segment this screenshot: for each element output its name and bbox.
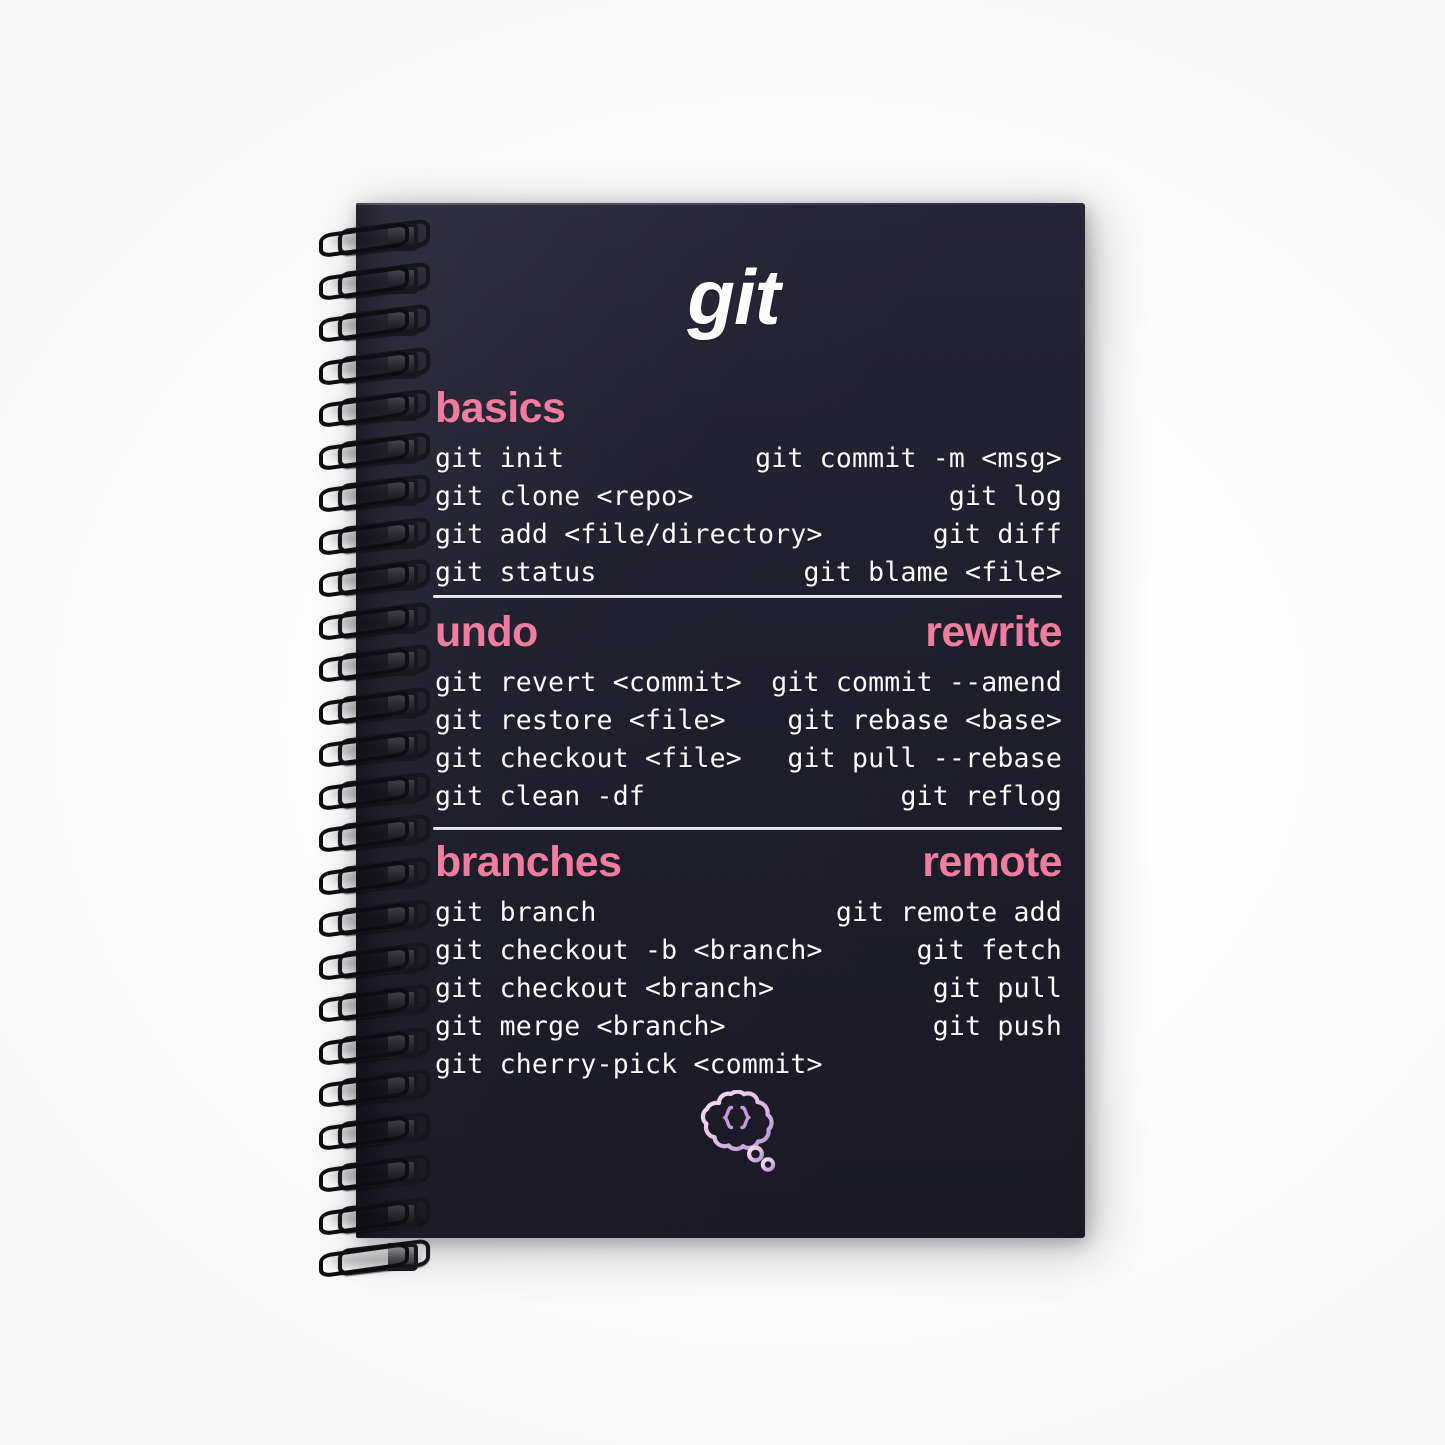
section-divider	[433, 827, 1062, 830]
thought-dot-small	[760, 1157, 775, 1172]
command-text: git rebase <base>	[787, 705, 1062, 736]
command-text: git clean -df	[435, 781, 646, 812]
cover-binding-shadow	[356, 203, 402, 1238]
command-text: git push	[932, 1011, 1062, 1042]
command-text: git log	[948, 481, 1062, 512]
command-text: git branch	[435, 897, 597, 928]
command-text: git pull --rebase	[787, 743, 1062, 774]
command-text: git blame <file>	[803, 557, 1062, 588]
command-rows: git branch git remote add git checkout -…	[433, 894, 1062, 1084]
section-heading-rewrite: rewrite	[925, 608, 1062, 656]
command-text: git reflog	[900, 781, 1062, 812]
command-row: git merge <branch> git push	[433, 1008, 1062, 1046]
command-text: git merge <branch>	[435, 1011, 726, 1042]
section-heading-remote: remote	[922, 838, 1062, 886]
section-undo-rewrite: undo rewrite git revert <commit> git com…	[433, 608, 1063, 816]
section-headings: branches remote	[433, 838, 1063, 891]
section-heading-undo: undo	[435, 608, 538, 656]
command-row: git init git commit -m <msg>	[433, 440, 1062, 478]
command-text: git checkout <branch>	[435, 973, 775, 1004]
command-row: git branch git remote add	[433, 894, 1062, 932]
brand-logo	[433, 1090, 1062, 1174]
command-row: git cherry-pick <commit>	[433, 1046, 1062, 1084]
command-text: git init	[435, 443, 565, 474]
brace-close	[739, 1105, 751, 1130]
scene-background: git basics git init git commit -m <msg> …	[0, 0, 1445, 1445]
command-text: git commit -m <msg>	[755, 443, 1062, 474]
section-divider	[433, 595, 1062, 598]
command-text: git commit --amend	[771, 667, 1062, 698]
command-text: git status	[435, 557, 597, 588]
notebook-cover: git basics git init git commit -m <msg> …	[356, 203, 1085, 1238]
command-row: git checkout <file> git pull --rebase	[433, 740, 1062, 778]
command-text: git checkout <file>	[435, 743, 742, 774]
command-text: git remote add	[835, 897, 1062, 928]
command-text: git add <file/directory>	[435, 519, 823, 550]
command-text: git fetch	[916, 935, 1062, 966]
section-heading-basics: basics	[435, 384, 566, 432]
command-text: git cherry-pick <commit>	[435, 1049, 823, 1080]
command-row: git restore <file> git rebase <base>	[433, 702, 1062, 740]
command-text: git restore <file>	[435, 705, 726, 736]
section-heading-branches: branches	[435, 838, 622, 886]
command-text: git diff	[932, 519, 1062, 550]
command-row: git clone <repo> git log	[433, 478, 1062, 516]
command-row: git revert <commit> git commit --amend	[433, 664, 1062, 702]
brace-open	[721, 1105, 733, 1130]
cloud-outline	[700, 1090, 774, 1152]
thought-dot-large	[746, 1145, 764, 1163]
spiral-notebook: git basics git init git commit -m <msg> …	[319, 203, 1095, 1279]
command-text: git checkout -b <branch>	[435, 935, 823, 966]
thought-bubble-braces-icon	[700, 1090, 775, 1172]
section-headings: basics	[433, 385, 1062, 437]
command-text: git clone <repo>	[435, 481, 694, 512]
section-headings: undo rewrite	[433, 608, 1063, 661]
command-row: git checkout -b <branch> git fetch	[433, 932, 1062, 970]
coil-shadow	[330, 1253, 422, 1267]
command-text: git revert <commit>	[435, 667, 742, 698]
cover-content: git basics git init git commit -m <msg> …	[433, 203, 1063, 1238]
command-row: git add <file/directory> git diff	[433, 516, 1062, 554]
page-title: git	[687, 253, 780, 341]
command-rows: git init git commit -m <msg> git clone <…	[433, 440, 1062, 592]
command-rows: git revert <commit> git commit --amend g…	[433, 664, 1062, 816]
command-row: git clean -df git reflog	[433, 778, 1062, 816]
section-basics: basics git init git commit -m <msg> git …	[433, 385, 1062, 592]
command-row: git checkout <branch> git pull	[433, 970, 1062, 1008]
command-row: git status git blame <file>	[433, 554, 1062, 592]
section-branches-remote: branches remote git branch git remote ad…	[433, 838, 1063, 1084]
command-text: git pull	[932, 973, 1062, 1004]
